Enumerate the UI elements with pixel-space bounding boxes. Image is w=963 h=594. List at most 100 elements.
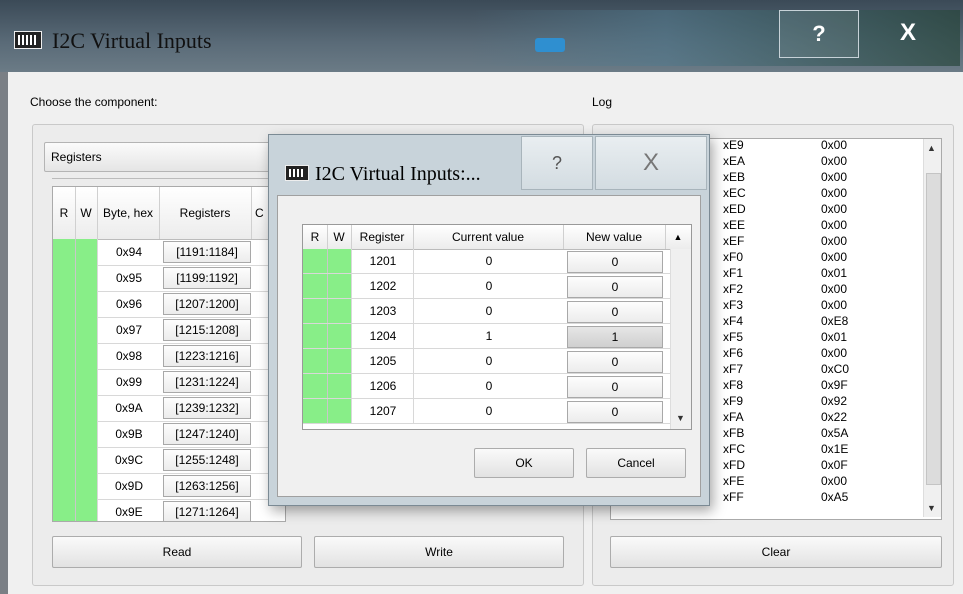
table-row[interactable]: 0x99 [1231:1224] [53,369,285,396]
new-value-button[interactable]: 0 [567,376,663,398]
current-value-cell: 0 [413,249,564,273]
dialog-header-w[interactable]: W [327,225,352,249]
table-row[interactable]: 1201 0 0 [303,249,671,274]
ok-button[interactable]: OK [474,448,574,478]
register-cell: 1206 [351,374,414,398]
new-value-button[interactable]: 1 [567,326,663,348]
table-row[interactable]: 1205 0 0 [303,349,671,374]
dialog-help-button[interactable]: ? [521,136,593,190]
dialog-header-new-value[interactable]: New value [563,225,666,249]
scroll-up-icon[interactable]: ▲ [665,225,691,249]
new-value-button[interactable]: 0 [567,301,663,323]
log-address: xF3 [723,298,744,312]
table-row[interactable]: 0x9E [1271:1264] [53,499,285,521]
write-flag-cell [75,317,98,343]
log-address: xEC [723,186,746,200]
write-flag-cell [327,399,352,423]
log-value: 0x00 [821,234,848,248]
table-row[interactable]: 0x9C [1255:1248] [53,447,285,474]
log-value: 0x9F [821,378,848,392]
table-row[interactable]: 0x9D [1263:1256] [53,473,285,500]
header-byte-hex[interactable]: Byte, hex [97,187,160,239]
register-range-button[interactable]: [1271:1264] [163,501,251,521]
read-flag-cell [53,265,75,291]
log-address: xF0 [723,250,744,264]
new-value-button[interactable]: 0 [567,401,663,423]
table-row[interactable]: 0x96 [1207:1200] [53,291,285,318]
header-w[interactable]: W [75,187,98,239]
scroll-down-icon[interactable]: ▼ [676,413,685,423]
log-address: xEF [723,234,745,248]
cancel-button[interactable]: Cancel [586,448,686,478]
read-flag-cell [53,421,75,447]
table-row[interactable]: 0x98 [1223:1216] [53,343,285,370]
table-row[interactable]: 0x9B [1247:1240] [53,421,285,448]
dialog-header-register[interactable]: Register [351,225,414,249]
component-combobox[interactable]: Registers [44,142,276,172]
read-flag-cell [53,343,75,369]
register-range-button[interactable]: [1263:1256] [163,475,251,497]
write-flag-cell [75,239,98,265]
scroll-thumb[interactable] [926,173,941,485]
log-address: xFB [723,426,745,440]
byte-hex-cell: 0x9E [97,499,160,521]
dialog-close-button[interactable]: X [595,136,707,190]
log-value: 0x00 [821,186,848,200]
write-flag-cell [327,299,352,323]
register-range-button[interactable]: [1223:1216] [163,345,251,367]
current-value-cell: 0 [413,299,564,323]
log-value: 0xA5 [821,490,849,504]
read-button[interactable]: Read [52,536,302,568]
register-range-button[interactable]: [1231:1224] [163,371,251,393]
register-range-button[interactable]: [1191:1184] [163,241,251,263]
register-range-button[interactable]: [1255:1248] [163,449,251,471]
component-combobox-value: Registers [51,150,102,164]
byte-hex-cell: 0x99 [97,369,160,395]
table-row[interactable]: 1203 0 0 [303,299,671,324]
separator [52,178,282,179]
register-range-button[interactable]: [1247:1240] [163,423,251,445]
new-value-button[interactable]: 0 [567,351,663,373]
log-scrollbar[interactable]: ▲ ▼ [923,139,941,517]
dialog-header-current-value[interactable]: Current value [413,225,564,249]
registers-table: R W Byte, hex Registers C 0x94 [1191:1184… [52,186,286,522]
log-value: 0x01 [821,266,848,280]
current-value-cell: 0 [413,374,564,398]
dialog-scrollbar[interactable]: ▼ [670,249,691,429]
register-range-button[interactable]: [1207:1200] [163,293,251,315]
scroll-down-icon[interactable]: ▼ [927,503,936,513]
table-row[interactable]: 0x9A [1239:1232] [53,395,285,422]
log-value: 0x22 [821,410,848,424]
read-flag-cell [303,324,327,348]
table-row[interactable]: 1206 0 0 [303,374,671,399]
table-row[interactable]: 0x95 [1199:1192] [53,265,285,292]
byte-hex-cell: 0x9C [97,447,160,473]
log-value: 0x00 [821,154,848,168]
read-flag-cell [53,473,75,499]
table-row[interactable]: 1207 0 0 [303,399,671,424]
dialog-header-r[interactable]: R [303,225,328,249]
byte-hex-cell: 0x9B [97,421,160,447]
close-button[interactable]: X [858,10,958,56]
register-cell: 1207 [351,399,414,423]
read-flag-cell [303,299,327,323]
table-row[interactable]: 1204 1 1 [303,324,671,349]
table-row[interactable]: 1202 0 0 [303,274,671,299]
new-value-button[interactable]: 0 [567,276,663,298]
header-registers[interactable]: Registers [159,187,252,239]
scroll-up-icon[interactable]: ▲ [927,143,936,153]
read-flag-cell [303,349,327,373]
register-range-button[interactable]: [1199:1192] [163,267,251,289]
write-button[interactable]: Write [314,536,564,568]
table-row[interactable]: 0x97 [1215:1208] [53,317,285,344]
log-value: 0x92 [821,394,848,408]
new-value-button[interactable]: 0 [567,251,663,273]
header-r[interactable]: R [53,187,76,239]
log-address: xEE [723,218,746,232]
register-range-button[interactable]: [1239:1232] [163,397,251,419]
help-button[interactable]: ? [779,10,859,58]
clear-button[interactable]: Clear [610,536,942,568]
table-row[interactable]: 0x94 [1191:1184] [53,239,285,266]
register-range-button[interactable]: [1215:1208] [163,319,251,341]
log-address: xFC [723,442,745,456]
